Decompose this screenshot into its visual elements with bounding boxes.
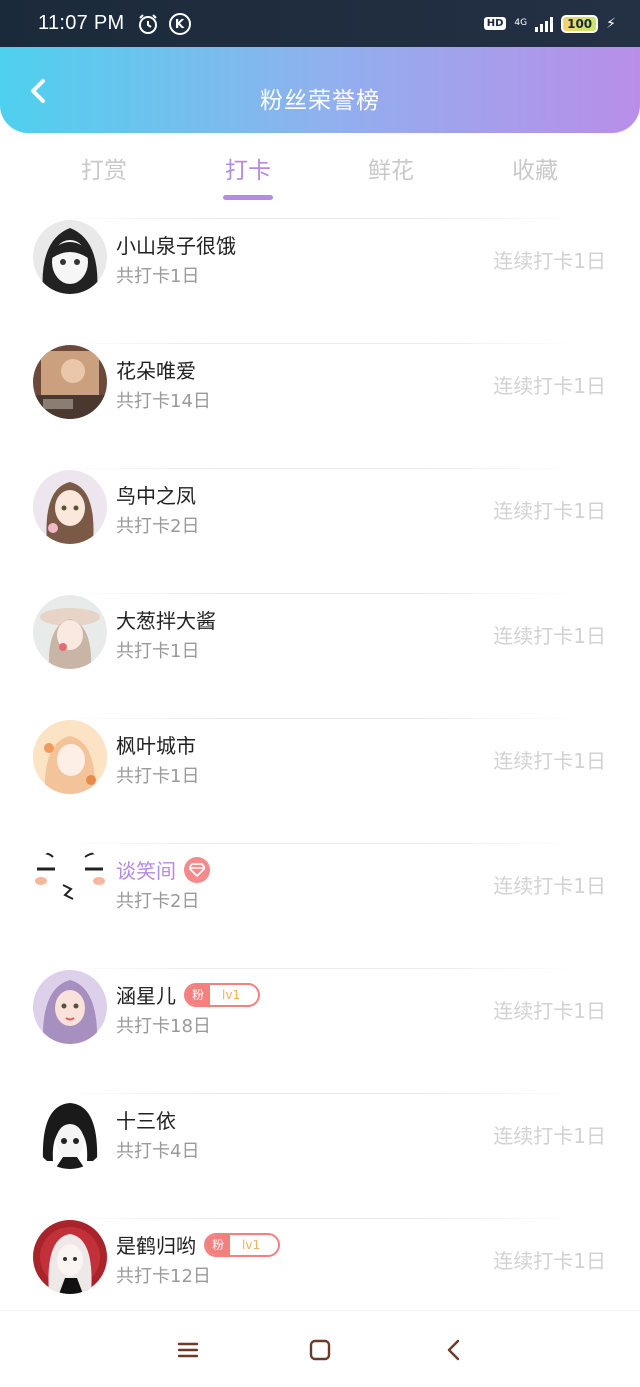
tab-checkin[interactable]: 打卡 bbox=[203, 151, 293, 200]
name-line: 涵星儿 粉 lv1 bbox=[116, 980, 261, 1009]
tab-label: 收藏 bbox=[512, 158, 558, 184]
total-checkins: 共打卡1日 bbox=[116, 641, 200, 662]
list-item[interactable]: 花朵唯爱 共打卡14日 连续打卡1日 bbox=[0, 343, 640, 468]
tab-flowers[interactable]: 鲜花 bbox=[346, 151, 436, 185]
status-bar: 11:07 PM K HD 4G 100 ⚡ bbox=[0, 0, 640, 47]
divider bbox=[60, 593, 580, 594]
divider bbox=[60, 843, 580, 844]
signal-icon bbox=[535, 16, 554, 32]
name-line: 鸟中之凤 bbox=[116, 480, 196, 509]
name-line: 十三依 bbox=[116, 1105, 176, 1134]
fan-name: 大葱拌大酱 bbox=[116, 609, 216, 633]
alarm-icon bbox=[137, 13, 159, 35]
divider bbox=[60, 968, 580, 969]
active-tab-indicator bbox=[223, 195, 273, 200]
total-checkins: 共打卡1日 bbox=[116, 266, 200, 287]
fan-list: 小山泉子很饿 共打卡1日 连续打卡1日 花朵唯爱 共打卡14日 连续打卡1日 鸟… bbox=[0, 218, 640, 1343]
k-app-icon: K bbox=[168, 12, 191, 35]
total-checkins: 共打卡2日 bbox=[116, 516, 200, 537]
fan-badge-level: lv1 bbox=[222, 987, 241, 1002]
back-triangle-icon[interactable] bbox=[441, 1337, 467, 1363]
battery-icon: 100 bbox=[561, 14, 599, 33]
divider bbox=[60, 218, 580, 219]
avatar[interactable] bbox=[33, 1220, 107, 1294]
streak-checkins: 连续打卡1日 bbox=[493, 374, 606, 398]
list-item[interactable]: 枫叶城市 共打卡1日 连续打卡1日 bbox=[0, 718, 640, 843]
total-checkins: 共打卡12日 bbox=[116, 1266, 211, 1287]
streak-checkins: 连续打卡1日 bbox=[493, 624, 606, 648]
avatar[interactable] bbox=[33, 1095, 107, 1169]
avatar[interactable] bbox=[33, 470, 107, 544]
list-item[interactable]: 谈笑间 共打卡2日 连续打卡1日 bbox=[0, 843, 640, 968]
avatar[interactable] bbox=[33, 345, 107, 419]
streak-checkins: 连续打卡1日 bbox=[493, 874, 606, 898]
fan-name: 花朵唯爱 bbox=[116, 359, 196, 383]
divider bbox=[60, 1093, 580, 1094]
fan-name: 谈笑间 bbox=[116, 859, 176, 883]
system-nav-bar bbox=[0, 1310, 640, 1387]
name-line: 花朵唯爱 bbox=[116, 355, 196, 384]
fan-name: 小山泉子很饿 bbox=[116, 234, 236, 258]
total-checkins: 共打卡2日 bbox=[116, 891, 200, 912]
fan-name: 十三依 bbox=[116, 1109, 176, 1133]
tab-label: 打赏 bbox=[81, 158, 127, 184]
hd-icon: HD bbox=[483, 17, 507, 30]
name-line: 是鹤归哟 粉 lv1 bbox=[116, 1230, 281, 1259]
streak-checkins: 连续打卡1日 bbox=[493, 749, 606, 773]
list-item[interactable]: 鸟中之凤 共打卡2日 连续打卡1日 bbox=[0, 468, 640, 593]
divider bbox=[60, 718, 580, 719]
fan-name: 枫叶城市 bbox=[116, 734, 196, 758]
streak-checkins: 连续打卡1日 bbox=[493, 499, 606, 523]
total-checkins: 共打卡1日 bbox=[116, 766, 200, 787]
tab-reward[interactable]: 打赏 bbox=[59, 151, 149, 185]
charging-icon: ⚡ bbox=[606, 15, 616, 32]
header-bar: 粉丝荣誉榜 bbox=[0, 47, 640, 133]
tab-label: 鲜花 bbox=[368, 158, 414, 184]
name-line: 小山泉子很饿 bbox=[116, 230, 236, 259]
list-item[interactable]: 十三依 共打卡4日 连续打卡1日 bbox=[0, 1093, 640, 1218]
total-checkins: 共打卡14日 bbox=[116, 391, 211, 412]
fan-name: 涵星儿 bbox=[116, 984, 176, 1008]
menu-icon[interactable] bbox=[175, 1337, 201, 1363]
tab-label: 打卡 bbox=[225, 158, 271, 184]
divider bbox=[60, 468, 580, 469]
streak-checkins: 连续打卡1日 bbox=[493, 1124, 606, 1148]
fan-level-badge: 粉 lv1 bbox=[204, 1232, 281, 1257]
fan-name: 是鹤归哟 bbox=[116, 1234, 196, 1258]
divider bbox=[60, 1218, 580, 1219]
tab-bar: 打赏 打卡 鲜花 收藏 bbox=[0, 145, 640, 205]
fan-badge-level: lv1 bbox=[242, 1237, 261, 1252]
list-item[interactable]: 小山泉子很饿 共打卡1日 连续打卡1日 bbox=[0, 218, 640, 343]
total-checkins: 共打卡4日 bbox=[116, 1141, 200, 1162]
fan-name: 鸟中之凤 bbox=[116, 484, 196, 508]
list-item[interactable]: 涵星儿 粉 lv1 共打卡18日 连续打卡1日 bbox=[0, 968, 640, 1093]
name-line: 大葱拌大酱 bbox=[116, 605, 216, 634]
avatar[interactable] bbox=[33, 220, 107, 294]
fan-badge-label: 粉 bbox=[186, 984, 211, 1005]
avatar[interactable] bbox=[33, 595, 107, 669]
total-checkins: 共打卡18日 bbox=[116, 1016, 211, 1037]
fan-level-badge: 粉 lv1 bbox=[184, 982, 261, 1007]
avatar[interactable] bbox=[33, 970, 107, 1044]
avatar[interactable] bbox=[33, 845, 107, 919]
page-title: 粉丝荣誉榜 bbox=[260, 88, 380, 114]
list-item[interactable]: 大葱拌大酱 共打卡1日 连续打卡1日 bbox=[0, 593, 640, 718]
streak-checkins: 连续打卡1日 bbox=[493, 999, 606, 1023]
streak-checkins: 连续打卡1日 bbox=[493, 1249, 606, 1273]
tab-favorites[interactable]: 收藏 bbox=[490, 151, 580, 185]
name-line: 谈笑间 bbox=[116, 855, 210, 884]
network-type: 4G bbox=[514, 18, 528, 28]
avatar[interactable] bbox=[33, 720, 107, 794]
divider bbox=[60, 343, 580, 344]
streak-checkins: 连续打卡1日 bbox=[493, 249, 606, 273]
home-square-icon[interactable] bbox=[307, 1337, 333, 1363]
status-time: 11:07 PM bbox=[38, 12, 125, 34]
fan-badge-label: 粉 bbox=[206, 1234, 231, 1255]
name-line: 枫叶城市 bbox=[116, 730, 196, 759]
diamond-icon bbox=[184, 856, 210, 883]
